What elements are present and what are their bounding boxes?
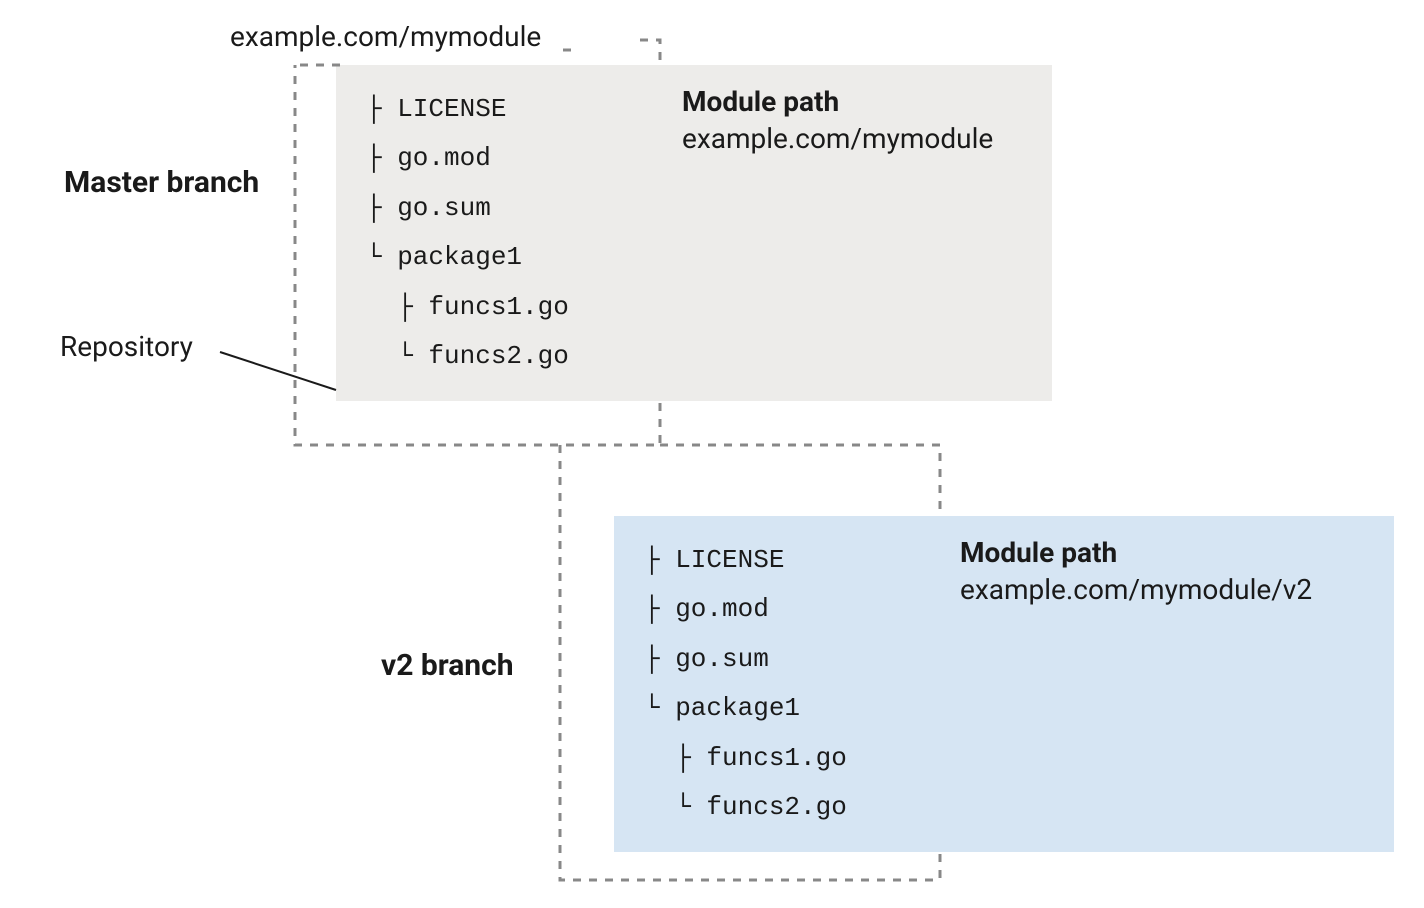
v2-branch-panel: ├ LICENSE ├ go.mod ├ go.sum └ package1 ├… (614, 516, 1394, 852)
module-path-title: Module path (682, 85, 993, 118)
master-branch-panel: ├ LICENSE ├ go.mod ├ go.sum └ package1 ├… (336, 65, 1052, 401)
master-module-path-box: Module path example.com/mymodule (682, 85, 993, 155)
module-url: example.com/mymodule (230, 20, 541, 53)
repository-label: Repository (60, 330, 193, 363)
v2-branch-label: v2 branch (381, 648, 514, 683)
master-branch-label: Master branch (64, 165, 259, 200)
v2-module-path-box: Module path example.com/mymodule/v2 (960, 536, 1312, 606)
module-path-value: example.com/mymodule/v2 (960, 573, 1312, 606)
module-path-value: example.com/mymodule (682, 122, 993, 155)
module-path-title: Module path (960, 536, 1312, 569)
repository-connector (220, 352, 336, 390)
